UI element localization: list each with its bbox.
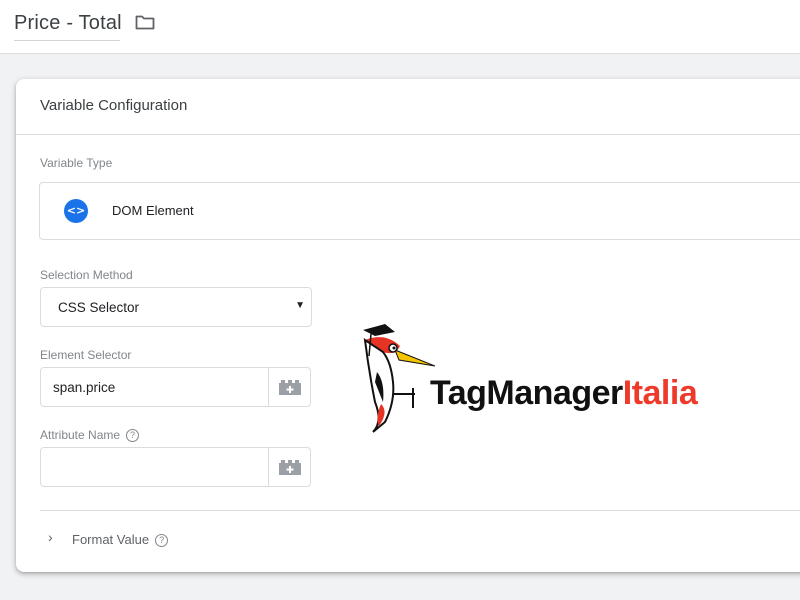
chevron-right-icon[interactable]: ›: [48, 529, 53, 545]
selection-method-value: CSS Selector: [58, 300, 140, 315]
format-value-toggle[interactable]: Format Value?: [72, 532, 169, 548]
help-icon[interactable]: ?: [155, 534, 169, 548]
tagmanageritalia-watermark: TagManagerItalia: [355, 322, 775, 437]
format-value-label: Format Value: [72, 532, 150, 547]
attribute-name-input-group: [40, 447, 311, 487]
insert-variable-button[interactable]: [268, 448, 310, 486]
attribute-name-label: Attribute Name?: [40, 428, 140, 443]
card-header: Variable Configuration: [16, 79, 800, 135]
insert-variable-button[interactable]: [268, 368, 310, 406]
folder-icon[interactable]: [135, 14, 155, 30]
element-selector-input[interactable]: span.price: [53, 380, 115, 395]
variable-type-value: DOM Element: [112, 203, 194, 218]
divider: [40, 510, 800, 511]
logo-text: TagManagerItalia: [430, 374, 698, 413]
element-selector-label: Element Selector: [40, 348, 132, 362]
variable-name[interactable]: Price - Total: [14, 9, 122, 37]
dropdown-arrow-icon: ▼: [295, 300, 305, 311]
variable-lego-icon: [279, 460, 301, 475]
card-title: Variable Configuration: [40, 97, 188, 114]
selection-method-select[interactable]: CSS Selector ▼: [40, 287, 312, 327]
selection-method-label: Selection Method: [40, 268, 133, 282]
element-selector-input-group: span.price: [40, 367, 311, 407]
variable-type-label: Variable Type: [40, 156, 113, 170]
woodpecker-mascot-icon: [363, 324, 435, 433]
variable-type-selector[interactable]: <> DOM Element: [39, 182, 800, 240]
variable-name-field[interactable]: Price - Total: [14, 9, 122, 41]
variable-lego-icon: [279, 380, 301, 395]
code-brackets-icon: <>: [64, 199, 88, 223]
top-bar: Price - Total: [0, 0, 800, 54]
logo-text-dark: TagManager: [430, 374, 623, 412]
attribute-name-label-text: Attribute Name: [40, 428, 121, 442]
logo-text-red: Italia: [622, 374, 698, 412]
help-icon[interactable]: ?: [126, 429, 140, 443]
